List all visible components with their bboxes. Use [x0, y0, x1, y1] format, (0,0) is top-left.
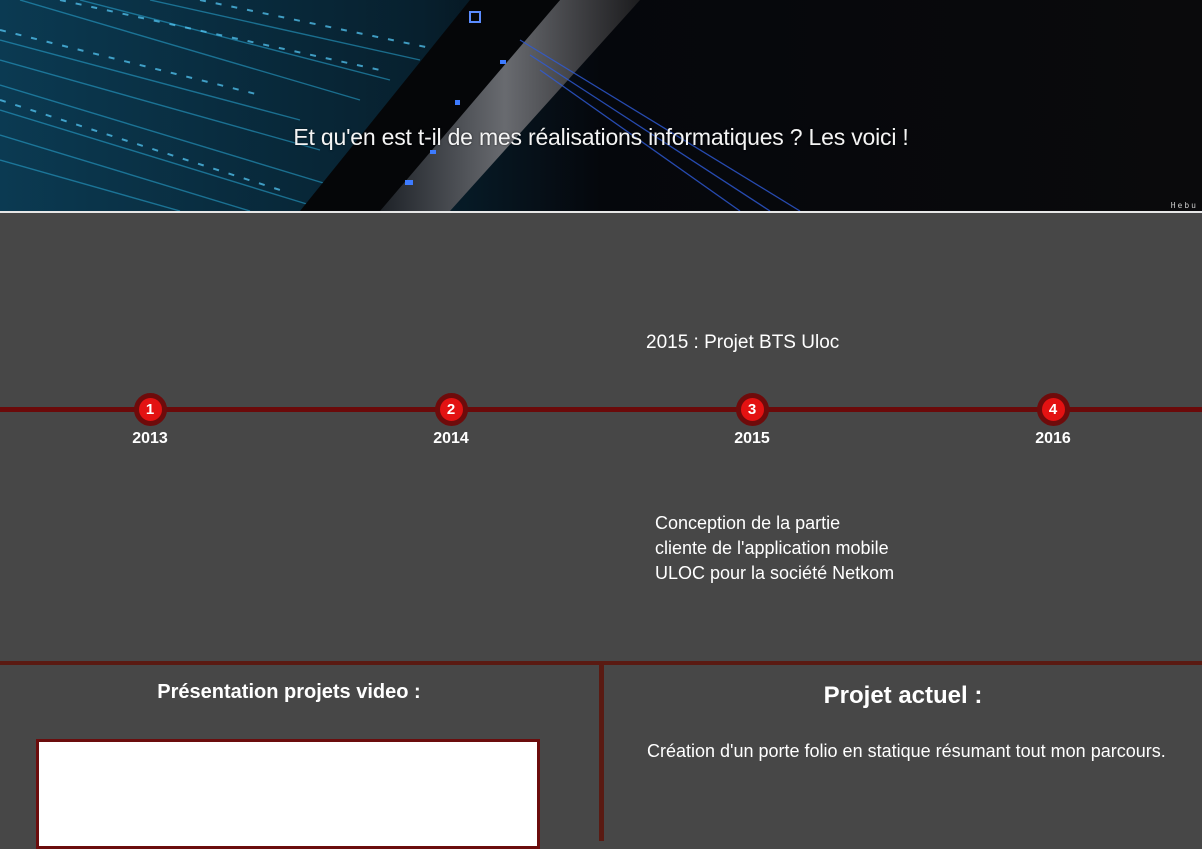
- video-section-heading: Présentation projets video :: [157, 681, 421, 703]
- timeline-marker-1[interactable]: 1: [133, 393, 167, 426]
- timeline-point-2016[interactable]: 4 2016: [1013, 393, 1093, 448]
- timeline-section: 2015 : Projet BTS Uloc 1 2013 2 2014 3 2…: [0, 213, 1202, 661]
- banner-background-image: [0, 0, 1202, 211]
- timeline-point-2014[interactable]: 2 2014: [411, 393, 491, 448]
- timeline-marker-4[interactable]: 4: [1036, 393, 1070, 426]
- header-banner: Et qu'en est t-il de mes réalisations in…: [0, 0, 1202, 211]
- banner-watermark: Hebu: [1170, 201, 1198, 210]
- banner-title: Et qu'en est t-il de mes réalisations in…: [293, 124, 909, 150]
- timeline-marker-2[interactable]: 2: [434, 393, 468, 426]
- timeline-point-2013[interactable]: 1 2013: [110, 393, 190, 448]
- timeline-year-label: 2013: [132, 430, 168, 447]
- timeline-point-2015[interactable]: 3 2015: [712, 393, 792, 448]
- timeline-year-label: 2015: [734, 430, 770, 447]
- timeline-event-title: 2015 : Projet BTS Uloc: [646, 332, 840, 353]
- timeline-year-label: 2014: [433, 430, 469, 447]
- timeline-marker-3[interactable]: 3: [735, 393, 769, 426]
- timeline-event-description: Conception de la partie cliente de l'app…: [655, 513, 895, 583]
- current-project-description: Création d'un porte folio en statique ré…: [647, 741, 1166, 761]
- timeline-year-label: 2016: [1035, 430, 1071, 447]
- current-project-heading: Projet actuel :: [823, 682, 983, 709]
- video-player-frame[interactable]: [36, 739, 540, 849]
